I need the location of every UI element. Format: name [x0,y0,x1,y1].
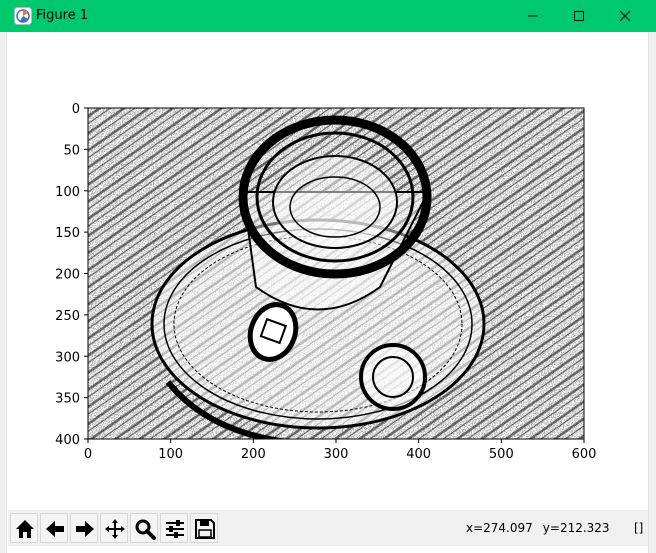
y-tick-label: 50 [63,143,80,158]
back-arrow-icon [46,521,64,537]
edge-detection-image [88,108,584,439]
subplots-config-icon [166,520,184,538]
home-icon [16,520,34,538]
y-tick-label: 0 [72,102,80,117]
y-tick-label: 100 [55,185,80,200]
y-axis: 0 50 100 150 200 250 300 350 400 [55,102,88,448]
x-axis: 0 100 200 300 400 500 600 [84,439,597,462]
zoom-icon [135,519,156,540]
maximize-icon [574,11,584,21]
home-button[interactable] [10,513,38,543]
window-title: Figure 1 [36,8,89,23]
y-tick-label: 250 [55,309,80,324]
x-coordinate-readout: x=274.097 [466,521,533,535]
x-tick-label: 600 [572,447,597,462]
configure-subplots-button[interactable] [160,513,188,543]
minimize-button[interactable] [510,0,556,32]
zoom-button[interactable] [130,513,158,543]
y-tick-label: 150 [55,226,80,241]
save-icon [195,519,215,539]
maximize-button[interactable] [556,0,602,32]
y-tick-label: 200 [55,268,80,283]
plot-area[interactable]: 0 100 200 300 400 500 600 0 50 100 150 200 250 300 35… [8,32,648,508]
pan-button[interactable] [100,513,128,543]
close-button[interactable] [602,0,648,32]
window-frame-right [648,32,656,553]
forward-arrow-icon [76,521,94,537]
back-button[interactable] [40,513,68,543]
x-tick-label: 0 [84,447,92,462]
y-tick-label: 350 [55,392,80,407]
pan-icon [105,519,125,539]
x-tick-label: 400 [406,447,431,462]
minimize-icon [528,15,538,17]
y-coordinate-readout: y=212.323 [542,521,610,535]
save-button[interactable] [190,513,218,543]
forward-button[interactable] [70,513,98,543]
x-tick-label: 200 [241,447,266,462]
pixel-value-readout: [] [634,521,644,535]
title-bar[interactable]: Figure 1 [0,0,656,32]
navigation-toolbar: x=274.097 y=212.323 [] [8,510,648,546]
cursor-coordinates: x=274.097 y=212.323 [466,521,620,535]
window-frame-left [0,32,7,553]
x-tick-label: 300 [324,447,349,462]
y-tick-label: 400 [55,433,80,448]
x-tick-label: 500 [489,447,514,462]
matplotlib-app-icon [14,7,32,25]
figure-canvas[interactable]: 0 100 200 300 400 500 600 0 50 100 150 200 250 300 35… [8,32,648,508]
figure-window: Figure 1 0 100 200 300 400 500 600 0 50 … [0,0,656,553]
y-tick-label: 300 [55,350,80,365]
close-icon [619,10,631,22]
x-tick-label: 100 [158,447,183,462]
